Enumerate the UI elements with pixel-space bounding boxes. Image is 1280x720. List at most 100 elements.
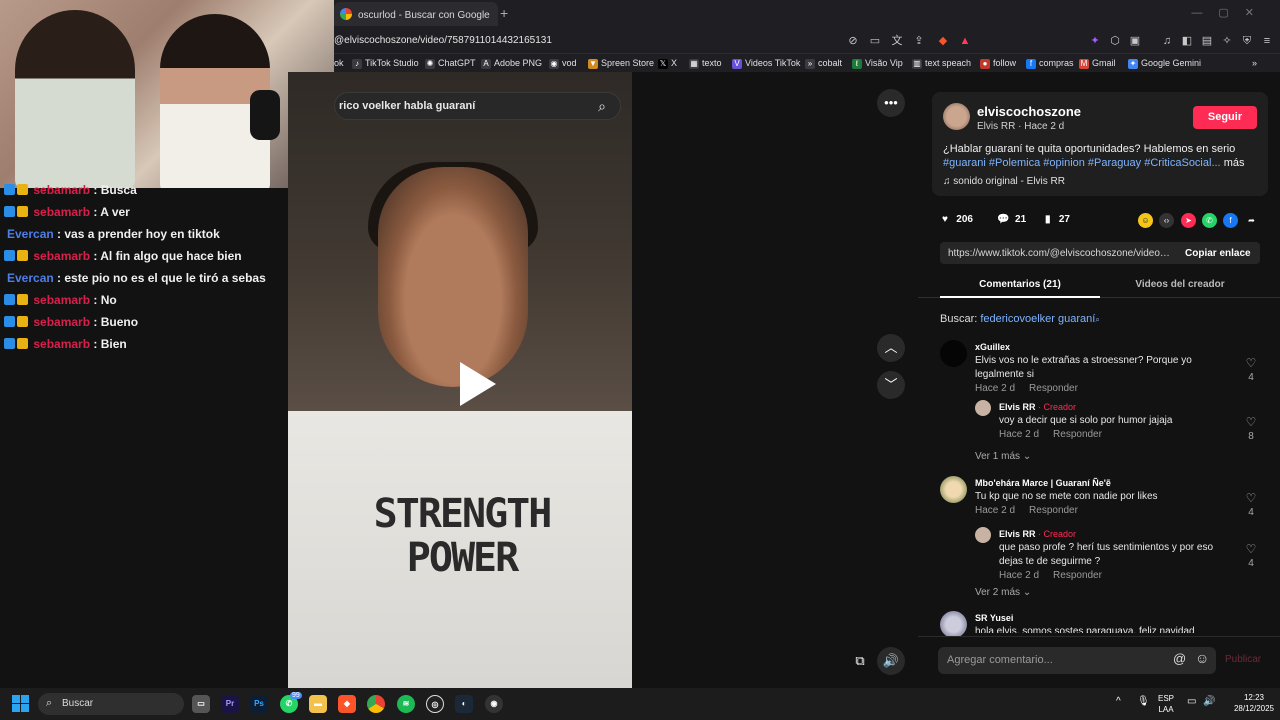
volume-tray-icon[interactable]: 🔊 (1203, 696, 1215, 707)
comment-author[interactable]: Mbo'ehára Marce | Guaraní Ñe'ẽ (975, 478, 1111, 488)
bookmark-item[interactable]: f compras (1026, 58, 1074, 69)
comment-author[interactable]: Elvis RR · Creador (999, 529, 1076, 539)
publish-button[interactable]: Publicar (1225, 654, 1261, 665)
chat-username[interactable]: Evercan (7, 227, 54, 241)
whatsapp-icon[interactable]: ✆ (1202, 213, 1217, 228)
more-link[interactable]: más (1224, 157, 1245, 169)
avatar[interactable] (940, 476, 967, 503)
search-suggestion[interactable]: Buscar: federicovoelker guaraní⌕ (940, 313, 1100, 325)
bookmark-item[interactable]: ✺ ChatGPT (425, 58, 476, 69)
comment-like-icon[interactable]: ♡ (1244, 542, 1258, 556)
wallet-icon[interactable]: ▤ (1200, 34, 1214, 48)
view-more-replies[interactable]: Ver 2 más ⌄ (975, 587, 1031, 598)
reply-button[interactable]: Responder (1029, 383, 1078, 394)
tab-creator-videos[interactable]: Videos del creador (1100, 279, 1260, 290)
volume-icon[interactable]: 🔊 (877, 647, 905, 675)
sound-info[interactable]: ♫ sonido original - Elvis RR (943, 176, 1065, 187)
reply-button[interactable]: Responder (1053, 570, 1102, 581)
app-icon[interactable]: ◉ (485, 695, 503, 713)
bookmark-item[interactable]: 𝕏X (658, 58, 677, 69)
hashtags[interactable]: #guarani #Polemica #opinion #Paraguay #C… (943, 157, 1221, 169)
reply-button[interactable]: Responder (1053, 429, 1102, 440)
forward-icon[interactable]: ➦ (1244, 213, 1259, 228)
obs-icon[interactable]: ◎ (426, 695, 444, 713)
comment-author[interactable]: SR Yusei (975, 613, 1013, 623)
bookmark-item[interactable]: A Adobe PNG (481, 58, 542, 69)
facebook-share-icon[interactable]: f (1223, 213, 1238, 228)
brave-rewards-icon[interactable]: ▲ (958, 34, 972, 48)
extension-icon[interactable]: ✦ (1088, 34, 1102, 48)
chat-username[interactable]: sebamarb (33, 315, 90, 329)
steam-icon[interactable]: ◐ (455, 695, 473, 713)
emoji-icon[interactable]: ☺ (1195, 650, 1209, 666)
reply-button[interactable]: Responder (1029, 505, 1078, 516)
bookmark-item[interactable]: ● follow (980, 58, 1016, 69)
chat-username[interactable]: sebamarb (33, 337, 90, 351)
mention-icon[interactable]: @ (1173, 651, 1186, 666)
new-tab-button[interactable]: + (500, 5, 508, 21)
view-more-replies[interactable]: Ver 1 más ⌄ (975, 451, 1031, 462)
bookmark-item[interactable]: M Gmail (1079, 58, 1116, 69)
search-icon[interactable]: ⌕ (592, 96, 612, 116)
comment-like-icon[interactable]: ♡ (1244, 356, 1258, 370)
link-text[interactable]: https://www.tiktok.com/@elviscochoszone/… (948, 248, 1170, 259)
comment-author[interactable]: Elvis RR · Creador (999, 402, 1076, 412)
music-icon[interactable]: ♫ (1160, 34, 1174, 48)
reader-icon[interactable]: ⊘ (846, 34, 860, 48)
leo-icon[interactable]: ✧ (1220, 34, 1234, 48)
folder-icon[interactable]: ▬ (309, 695, 327, 713)
comment-author[interactable]: xGuillex (975, 342, 1010, 352)
avatar[interactable] (943, 103, 970, 130)
avatar[interactable] (940, 340, 967, 367)
clock[interactable]: 12:23 28/12/2025 (1234, 692, 1274, 714)
send-icon[interactable]: ➤ (1181, 213, 1196, 228)
windows-start-icon[interactable] (12, 695, 30, 713)
bookmark-item[interactable]: ℓ Visão Vip (852, 58, 903, 69)
task-view-icon[interactable]: ▭ (192, 695, 210, 713)
like-button[interactable]: ♥ 206 (942, 214, 973, 225)
menu-icon[interactable]: ≡ (1260, 34, 1274, 48)
panel-icon[interactable]: ◧ (1180, 34, 1194, 48)
bookmark-item[interactable]: ok (334, 58, 344, 68)
chat-username[interactable]: sebamarb (33, 183, 90, 197)
bookmark-item[interactable]: ◉ vod (549, 58, 577, 69)
puzzle-icon[interactable]: ⬡ (1108, 34, 1122, 48)
more-options-icon[interactable]: ••• (877, 89, 905, 117)
bookmark-item[interactable]: V Videos TikTok (732, 58, 800, 69)
language-indicator[interactable]: ESP LAA (1158, 693, 1174, 715)
premiere-icon[interactable]: Pr (221, 695, 239, 713)
emoji-share-icon[interactable]: ☺ (1138, 213, 1153, 228)
brave-icon[interactable]: ◆ (338, 695, 356, 713)
follow-button[interactable]: Seguir (1193, 106, 1257, 129)
creator-username[interactable]: elviscochoszone (977, 104, 1081, 119)
chat-username[interactable]: sebamarb (33, 293, 90, 307)
bookmark-item[interactable]: ▼ Spreen Store (588, 58, 654, 69)
chat-username[interactable]: sebamarb (33, 249, 90, 263)
photoshop-icon[interactable]: Ps (250, 695, 268, 713)
pip-icon[interactable]: ⧉ (846, 647, 874, 675)
bookmark-item[interactable]: ✦ Google Gemini (1128, 58, 1201, 69)
bookmark-item[interactable]: ▥ text speach (912, 58, 971, 69)
browser-tab[interactable]: oscurlod - Buscar con Google (334, 2, 498, 26)
comment-like-icon[interactable]: ♡ (1244, 491, 1258, 505)
chrome-icon[interactable] (367, 695, 385, 713)
sidebar-icon[interactable]: ▣ (1128, 34, 1142, 48)
chat-username[interactable]: Evercan (7, 271, 54, 285)
avatar[interactable] (975, 527, 991, 543)
taskbar-search[interactable]: ⌕ Buscar (38, 693, 184, 715)
chat-username[interactable]: sebamarb (33, 205, 90, 219)
spotify-icon[interactable]: ≋ (397, 695, 415, 713)
embed-icon[interactable]: ‹› (1159, 213, 1174, 228)
search-input[interactable]: rico voelker habla guaraní (334, 92, 621, 120)
mic-tray-icon[interactable]: 🎙 (1137, 696, 1150, 707)
comment-like-icon[interactable]: ♡ (1244, 415, 1258, 429)
share-icon[interactable]: ⇪ (912, 34, 926, 48)
comment-button[interactable]: 💬 21 (997, 214, 1026, 225)
translate-icon[interactable]: 文 (890, 34, 904, 48)
copy-link-button[interactable]: Copiar enlace (1185, 248, 1251, 259)
window-controls[interactable]: —▢✕ (1191, 6, 1270, 19)
bookmark-item[interactable]: ▦ texto (689, 58, 722, 69)
bookmarks-overflow-icon[interactable]: » (1252, 58, 1257, 68)
url-text[interactable]: @elviscochoszone/video/75879110144321651… (334, 35, 552, 46)
play-icon[interactable] (460, 362, 496, 406)
